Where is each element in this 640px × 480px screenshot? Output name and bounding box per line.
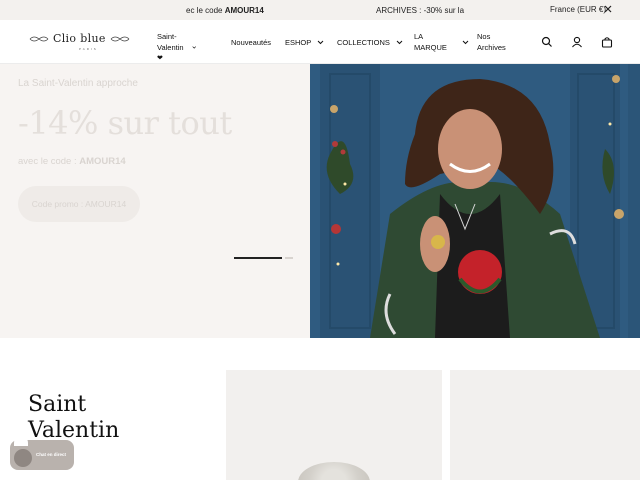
close-icon[interactable] (603, 4, 613, 14)
section-title: Saint Valentin (28, 392, 119, 444)
nav-label: Archives (477, 43, 506, 52)
announcement-prefix: ec le code (186, 6, 225, 15)
chevron-down-icon (192, 46, 197, 49)
nav-item-collections[interactable]: COLLECTIONS (337, 38, 403, 47)
logo[interactable]: Clio blue PARIS (29, 32, 130, 51)
nav-label: LA (414, 32, 424, 41)
account-icon[interactable] (571, 36, 583, 48)
chevron-down-icon (396, 40, 403, 45)
logo-subtext: PARIS (79, 47, 98, 51)
hero-code: AMOUR14 (79, 156, 126, 167)
nav-item-nouveautes[interactable]: Nouveautés (231, 38, 271, 47)
slider-dot-active[interactable] (234, 257, 282, 259)
logo-ornament-left-icon (29, 36, 49, 41)
site-header: Clio blue PARIS Saint-Valentin ❤ Nouveau… (0, 20, 640, 64)
cart-icon[interactable] (601, 36, 613, 48)
locale-selector[interactable]: France (EUR €) (550, 5, 606, 14)
chat-label: Chat en direct (36, 452, 67, 457)
live-chat-button[interactable]: Chat en direct (10, 436, 74, 470)
announcement-message-promo[interactable]: ec le code AMOUR14 (186, 6, 264, 15)
nav-label: COLLECTIONS (337, 38, 390, 47)
logo-word-left: Clio (53, 32, 77, 45)
chat-avatar-icon (14, 449, 32, 467)
nav-label: MARQUE (414, 43, 447, 52)
logo-ornament-right-icon (110, 36, 129, 41)
chat-bubble-icon (14, 436, 28, 446)
hero-code-prefix: avec le code : (18, 156, 80, 167)
next-slide-preview (628, 64, 640, 338)
nav-item-eshop[interactable]: ESHOP (285, 38, 324, 47)
nav-label: Nouveautés (231, 38, 272, 47)
slider-dot[interactable] (285, 257, 293, 259)
hero-title: -14% sur tout (18, 104, 232, 142)
hero-kicker: La Saint-Valentin approche (18, 78, 138, 89)
locale-label: France (EUR €) (550, 5, 607, 14)
nav-label: ESHOP (285, 38, 312, 47)
nav-item-saint-valentin[interactable]: Saint-Valentin ❤ (157, 31, 197, 64)
product-card[interactable] (226, 370, 442, 480)
hero-photo-illustration (310, 64, 628, 338)
nav-item-nos-archives[interactable]: Nos Archives (477, 31, 506, 53)
slider-pagination (234, 257, 293, 259)
nav-item-la-marque[interactable]: LA MARQUE (414, 31, 469, 53)
section-title-line: Saint (28, 392, 87, 417)
announcement-code: AMOUR14 (224, 6, 264, 15)
search-icon[interactable] (541, 36, 553, 48)
hero-code-line: avec le code : AMOUR14 (18, 156, 126, 167)
chevron-down-icon (317, 40, 324, 45)
chevron-down-icon (462, 40, 469, 44)
product-card[interactable] (450, 370, 640, 480)
promo-code-button[interactable]: Code promo : AMOUR14 (18, 186, 140, 222)
logo-word-right: blue (80, 32, 106, 45)
nav-label: Saint-Valentin (157, 32, 184, 52)
heart-icon: ❤ (157, 55, 163, 62)
announcement-bar: ec le code AMOUR14 ARCHIVES : -30% sur l… (0, 0, 640, 20)
hero-photo (310, 64, 628, 338)
nav-label: Nos (477, 32, 491, 41)
announcement-message-archives[interactable]: ARCHIVES : -30% sur la (376, 6, 464, 15)
product-image (298, 462, 370, 480)
